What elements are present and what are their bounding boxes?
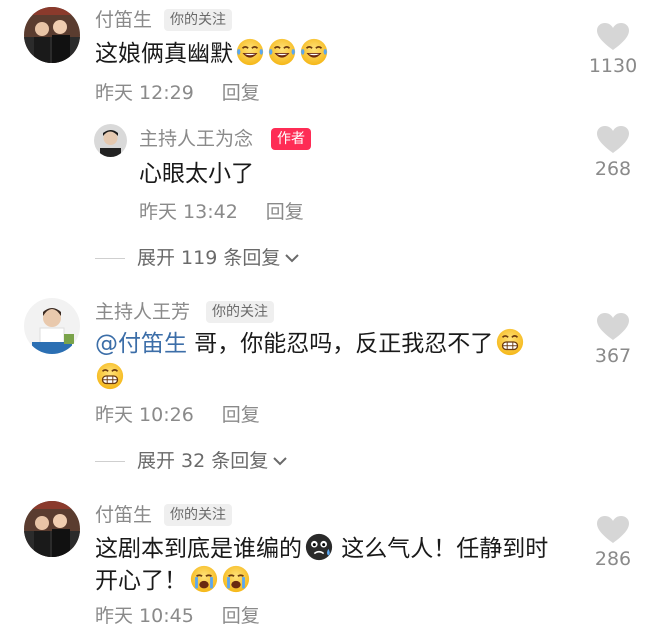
heart-icon[interactable] [596, 515, 630, 545]
heart-icon[interactable] [596, 22, 630, 52]
comment-item: 主持人王芳 你的关注 @付笛生 哥，你能忍吗，反正我忍不了 昨天 10:26 回复… [0, 290, 650, 430]
comment-text-content: 这娘俩真幽默 [95, 41, 233, 67]
username[interactable]: 主持人王为念 [139, 127, 253, 151]
avatar[interactable] [24, 7, 80, 63]
comment-item: 付笛生 你的关注 这剧本到底是谁编的 这么气人！任静到时 开心了！ 昨天 10:… [0, 493, 650, 629]
chevron-down-icon [272, 455, 288, 467]
username[interactable]: 主持人王芳 [95, 300, 190, 324]
divider [95, 257, 125, 259]
comment-item: 付笛生 你的关注 这娘俩真幽默 昨天 12:29 回复 1130 [0, 0, 650, 110]
like-count: 1130 [588, 55, 638, 77]
crying-emoji [221, 564, 251, 594]
grinning-emoji [95, 361, 125, 391]
avatar[interactable] [24, 298, 80, 354]
like-count: 268 [594, 158, 632, 180]
chevron-down-icon [284, 252, 300, 264]
timestamp: 昨天 12:29 [95, 82, 194, 104]
comment-meta: 昨天 13:42 回复 [139, 200, 304, 224]
divider [95, 460, 125, 462]
reply-button[interactable]: 回复 [222, 605, 260, 627]
grinning-emoji [495, 327, 525, 357]
comment-text-line2: 开心了！ [95, 564, 251, 598]
timestamp: 昨天 10:26 [95, 404, 194, 426]
comment-text: @付笛生 哥，你能忍吗，反正我忍不了 [95, 327, 525, 361]
following-badge: 你的关注 [164, 9, 232, 31]
timestamp: 昨天 10:45 [95, 605, 194, 627]
author-badge: 作者 [271, 128, 311, 150]
comment-meta: 昨天 12:29 回复 [95, 81, 260, 105]
avatar[interactable] [24, 501, 80, 557]
reply-button[interactable]: 回复 [266, 201, 304, 223]
mention-link[interactable]: @付笛生 [95, 331, 187, 357]
reply-button[interactable]: 回复 [222, 404, 260, 426]
username[interactable]: 付笛生 [95, 8, 152, 32]
expand-replies-label: 展开 32 条回复 [137, 450, 269, 472]
crying-emoji [189, 564, 219, 594]
comment-text: 心眼太小了 [139, 161, 254, 187]
like-count: 286 [594, 548, 632, 570]
comment-text: 这剧本到底是谁编的 这么气人！任静到时 [95, 532, 548, 566]
like-count: 367 [594, 345, 632, 367]
comment-text-content: 开心了！ [95, 568, 187, 594]
laughing-tears-emoji [235, 37, 265, 67]
comment-meta: 昨天 10:26 回复 [95, 403, 260, 427]
comment-text-content: 这么气人！任静到时 [334, 536, 549, 562]
username[interactable]: 付笛生 [95, 503, 152, 527]
laughing-tears-emoji [299, 37, 329, 67]
following-badge: 你的关注 [206, 301, 274, 323]
avatar[interactable] [94, 124, 127, 157]
expand-replies-button[interactable]: 展开 32 条回复 [95, 449, 288, 473]
reply-item: 主持人王为念 作者 心眼太小了 昨天 13:42 回复 268 [0, 115, 650, 230]
following-badge: 你的关注 [164, 504, 232, 526]
reply-button[interactable]: 回复 [222, 82, 260, 104]
comment-text: 这娘俩真幽默 [95, 37, 329, 71]
heart-icon[interactable] [596, 312, 630, 342]
comment-meta: 昨天 10:45 回复 [95, 604, 260, 628]
comment-text-content: 哥，你能忍吗，反正我忍不了 [187, 331, 494, 357]
expand-replies-label: 展开 119 条回复 [137, 247, 281, 269]
expand-replies-button[interactable]: 展开 119 条回复 [95, 246, 300, 270]
comment-text-content: 这剧本到底是谁编的 [95, 536, 302, 562]
crying-black-face-emoji [304, 532, 334, 562]
comment-text-line2 [95, 361, 125, 395]
timestamp: 昨天 13:42 [139, 201, 238, 223]
heart-icon[interactable] [596, 125, 630, 155]
laughing-tears-emoji [267, 37, 297, 67]
